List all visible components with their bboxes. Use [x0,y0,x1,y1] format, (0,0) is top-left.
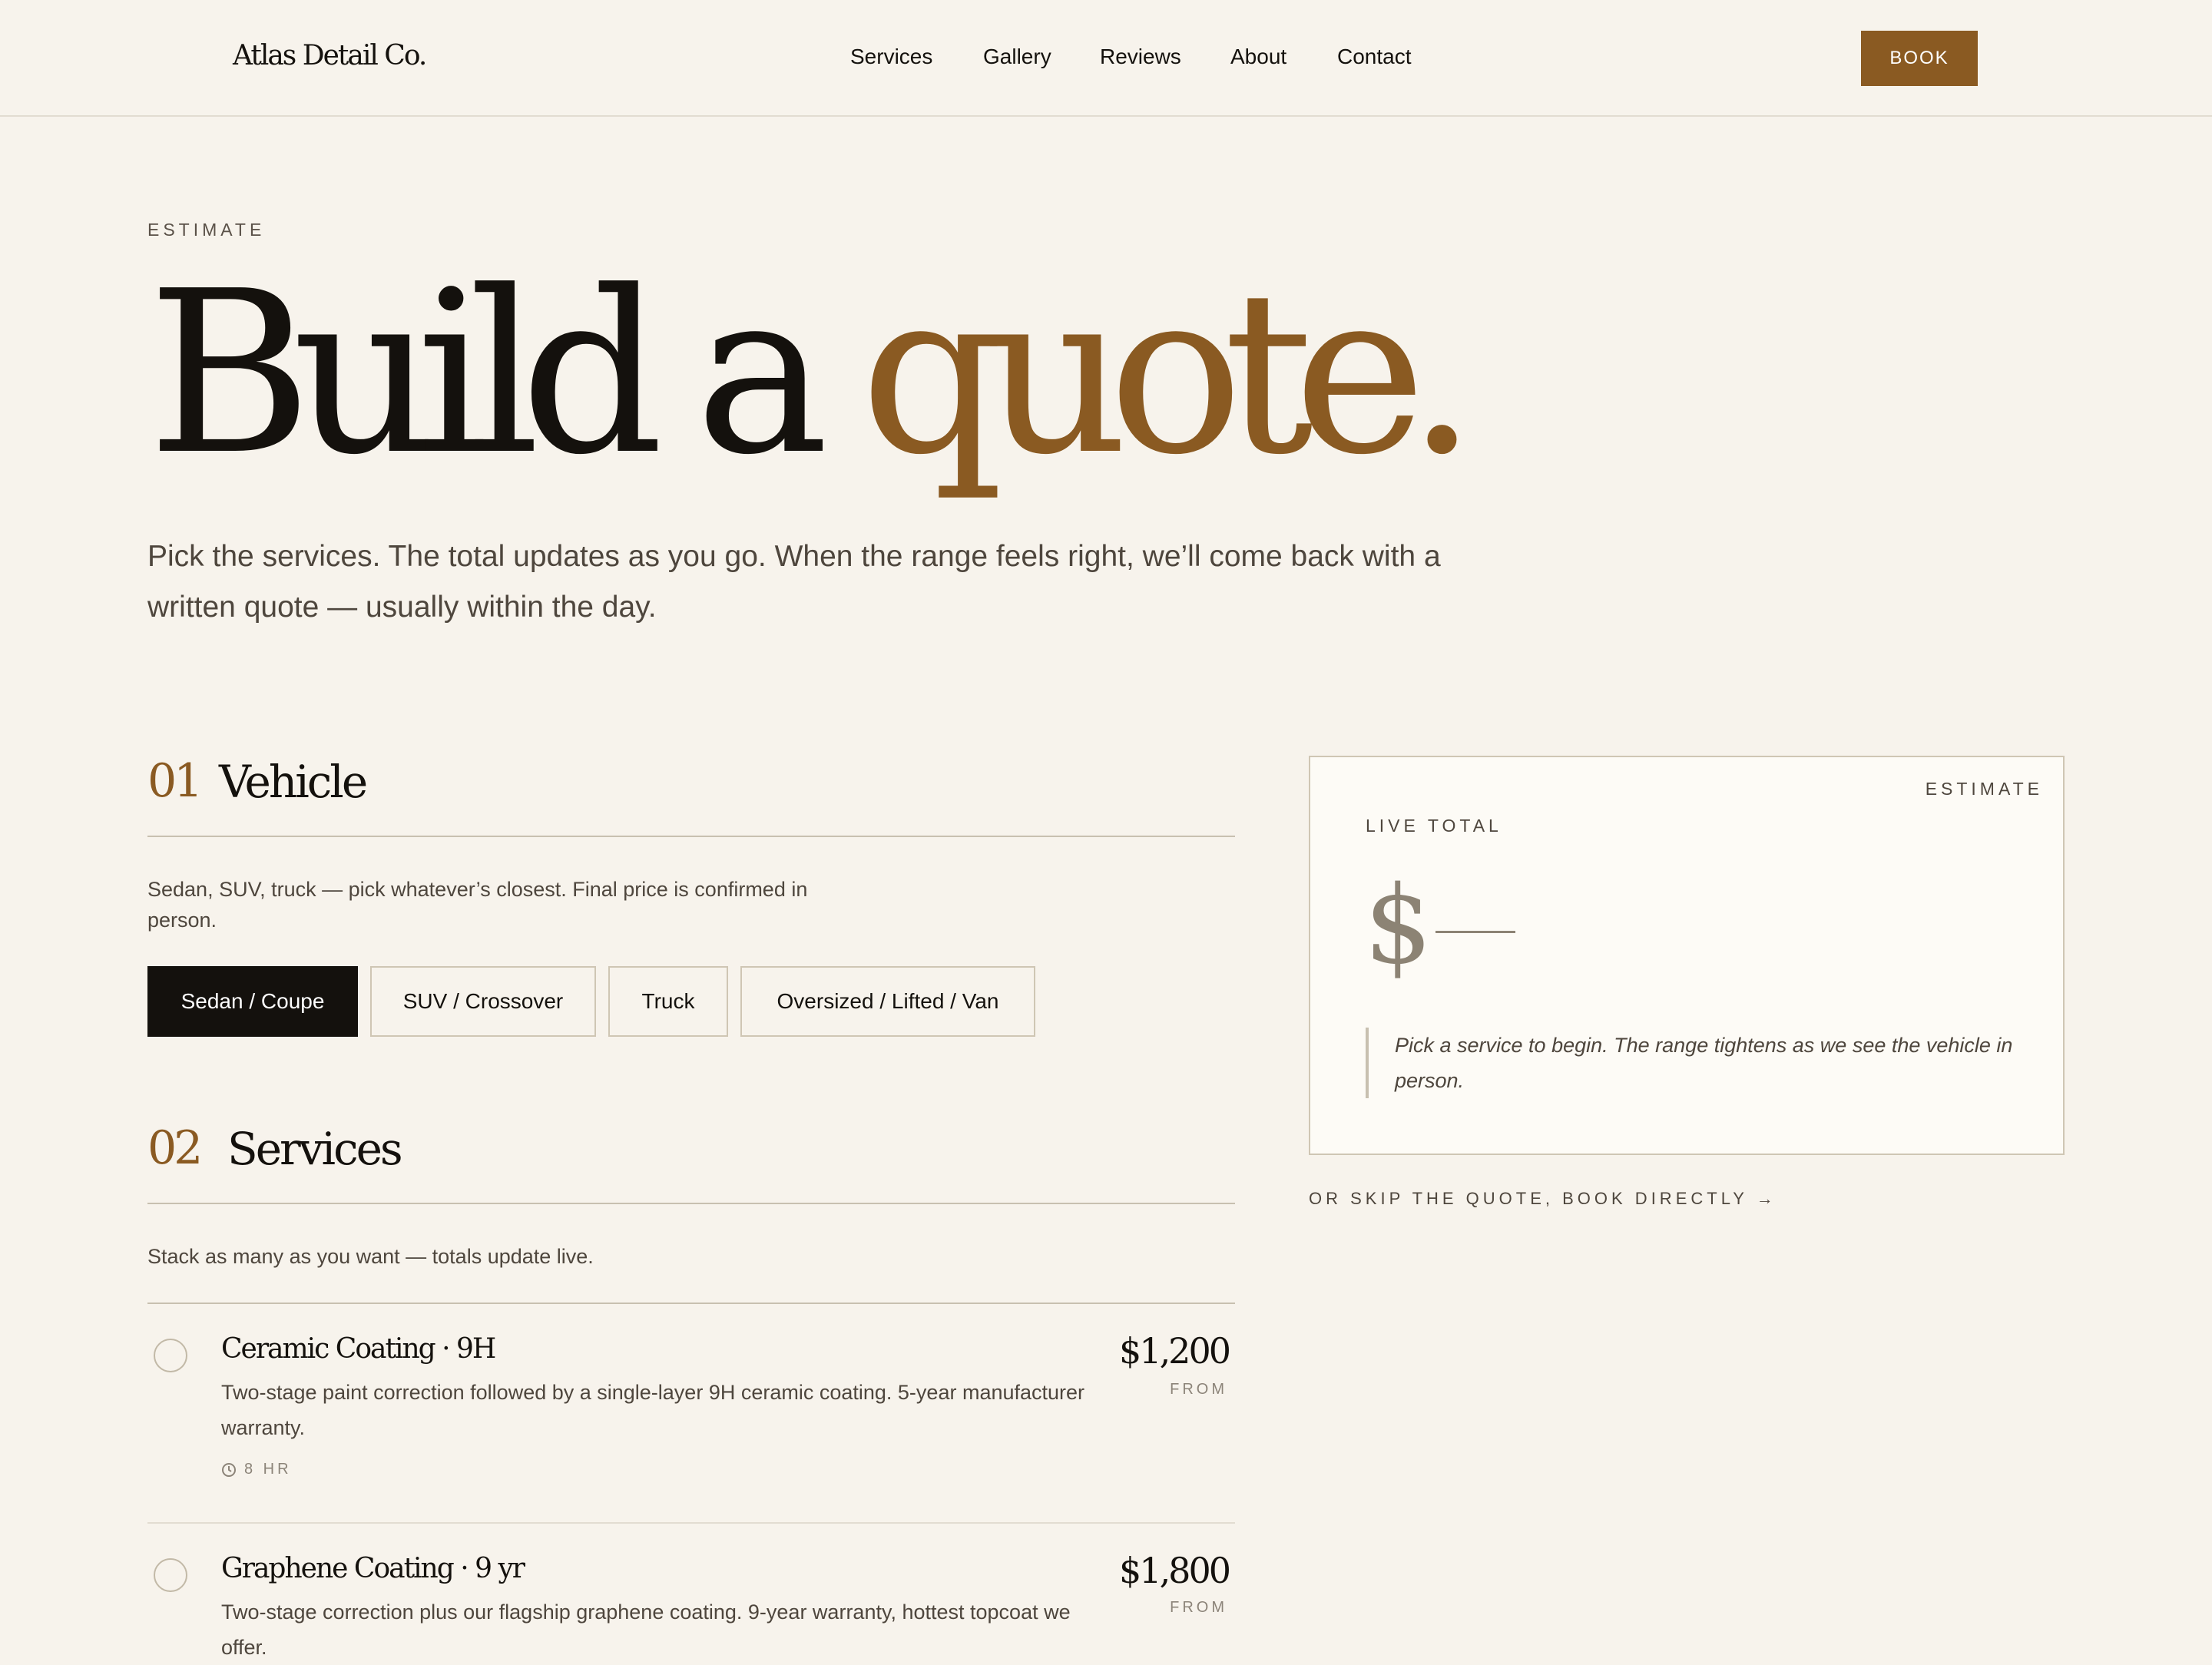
nav-contact[interactable]: Contact [1337,45,1412,69]
nav-reviews[interactable]: Reviews [1100,45,1181,69]
total-placeholder-dash [1435,930,1516,933]
vehicle-option-truck[interactable]: Truck [608,966,728,1037]
service-checkbox-graphene[interactable] [154,1558,187,1592]
services-section-number: 02 [147,1121,203,1175]
services-divider [147,1203,1235,1204]
vehicle-section-title: Vehicle [219,756,368,808]
estimate-note: Pick a service to begin. The range tight… [1366,1028,2025,1098]
headline-main: Build a [147,243,861,504]
services-section-title: Services [227,1123,403,1175]
total-currency: $ [1364,863,1433,988]
vehicle-section-number: 01 [147,754,203,808]
service-price-note-graphene: FROM [1170,1599,1227,1616]
hero-lede: Pick the services. The total updates as … [147,540,1441,624]
service-description-graphene: Two-stage correction plus our flagship g… [221,1600,1071,1659]
service-price-ceramic: $1,200 [1119,1330,1231,1372]
site-header: Atlas Detail Co. Services Gallery Review… [0,0,2212,117]
live-total-value: $ [1364,863,1516,988]
hero-eyebrow: ESTIMATE [147,220,266,240]
live-total-label: LIVE TOTAL [1366,816,1502,836]
clock-icon [222,1462,236,1477]
vehicle-option-suv[interactable]: SUV / Crossover [370,966,596,1037]
headline-accent: quote. [860,243,1478,504]
nav-about[interactable]: About [1230,45,1286,69]
service-divider [147,1522,1235,1524]
service-name-ceramic[interactable]: Ceramic Coating · 9H [221,1333,496,1365]
vehicle-divider [147,836,1235,837]
service-duration-ceramic: 8 HR [221,1461,292,1478]
nav-gallery[interactable]: Gallery [983,45,1051,69]
service-name-graphene[interactable]: Graphene Coating · 9 yr [221,1553,525,1584]
estimate-tag: ESTIMATE [1925,779,2043,799]
duration-text: 8 HR [244,1461,292,1478]
services-description: Stack as many as you want — totals updat… [147,1245,594,1268]
nav-services[interactable]: Services [850,45,932,69]
vehicle-option-sedan[interactable]: Sedan / Coupe [147,966,358,1037]
book-button[interactable]: BOOK [1861,31,1978,86]
page-title: Build a quote. [147,261,1478,485]
vehicle-option-oversized[interactable]: Oversized / Lifted / Van [740,966,1035,1037]
services-list-top-rule [147,1303,1235,1304]
estimate-card: ESTIMATE LIVE TOTAL $ Pick a service to … [1309,756,2065,1155]
service-price-note-ceramic: FROM [1170,1381,1227,1398]
service-checkbox-ceramic[interactable] [154,1339,187,1372]
service-description-ceramic: Two-stage paint correction followed by a… [221,1381,1085,1439]
brand-logo[interactable]: Atlas Detail Co. [233,40,427,71]
service-price-graphene: $1,800 [1119,1550,1231,1591]
skip-quote-link[interactable]: OR SKIP THE QUOTE, BOOK DIRECTLY → [1309,1189,1777,1209]
vehicle-description: Sedan, SUV, truck — pick whatever’s clos… [147,878,808,932]
